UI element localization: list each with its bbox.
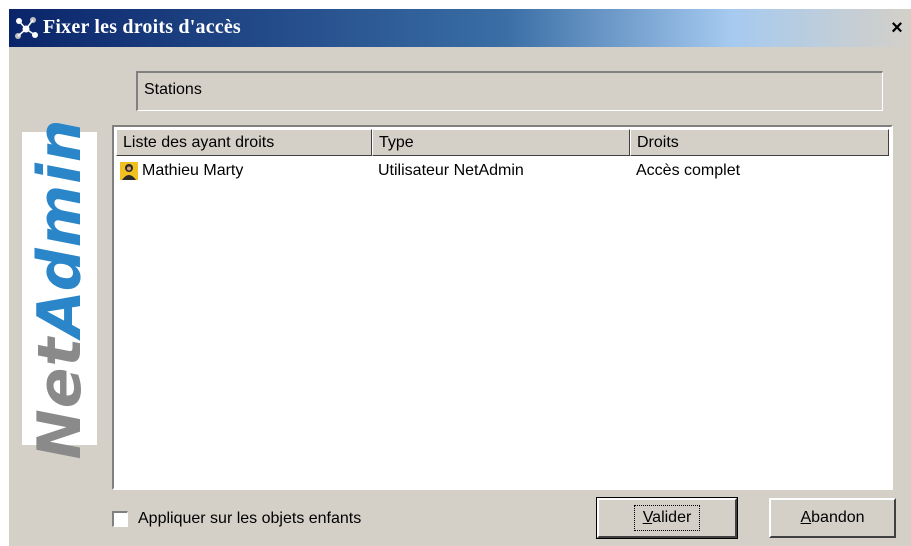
rights-cell: Accès complet [636,162,741,179]
type-cell: Utilisateur NetAdmin [378,162,524,179]
dialog-window: Fixer les droits d'accès × NetAdmin Stat… [8,8,911,546]
object-path-value: Stations [144,81,202,98]
list-header: Liste des ayant droits Type Droits [116,129,889,156]
cancel-button[interactable]: Abandon [769,498,896,538]
logo-net: Net [24,336,95,459]
list-item[interactable]: Mathieu Marty Utilisateur NetAdmin Accès… [116,159,889,183]
network-icon [15,17,38,39]
validate-label: Valider [633,505,701,531]
column-header-type[interactable]: Type [372,129,630,156]
rights-list[interactable]: Liste des ayant droits Type Droits Mathi… [112,125,893,490]
window-title: Fixer les droits d'accès [43,16,241,38]
title-bar[interactable]: Fixer les droits d'accès × [9,9,911,47]
logo-admin: Admin [24,118,95,337]
netadmin-logo: NetAdmin [22,118,97,459]
logo-text: NetAdmin [25,118,95,459]
validate-button[interactable]: Valider [596,497,738,539]
close-icon: × [891,16,903,39]
close-button[interactable]: × [886,17,908,39]
object-path-field: Stations [136,71,883,111]
apply-children-checkbox[interactable] [112,511,128,527]
holder-name: Mathieu Marty [142,162,244,179]
column-header-holders[interactable]: Liste des ayant droits [116,129,372,156]
cancel-label: Abandon [800,509,865,526]
holder-cell: Mathieu Marty [116,162,372,180]
apply-children-option[interactable]: Appliquer sur les objets enfants [112,510,361,528]
user-icon [120,162,138,180]
apply-children-label: Appliquer sur les objets enfants [138,510,362,527]
column-header-rights[interactable]: Droits [630,129,889,156]
